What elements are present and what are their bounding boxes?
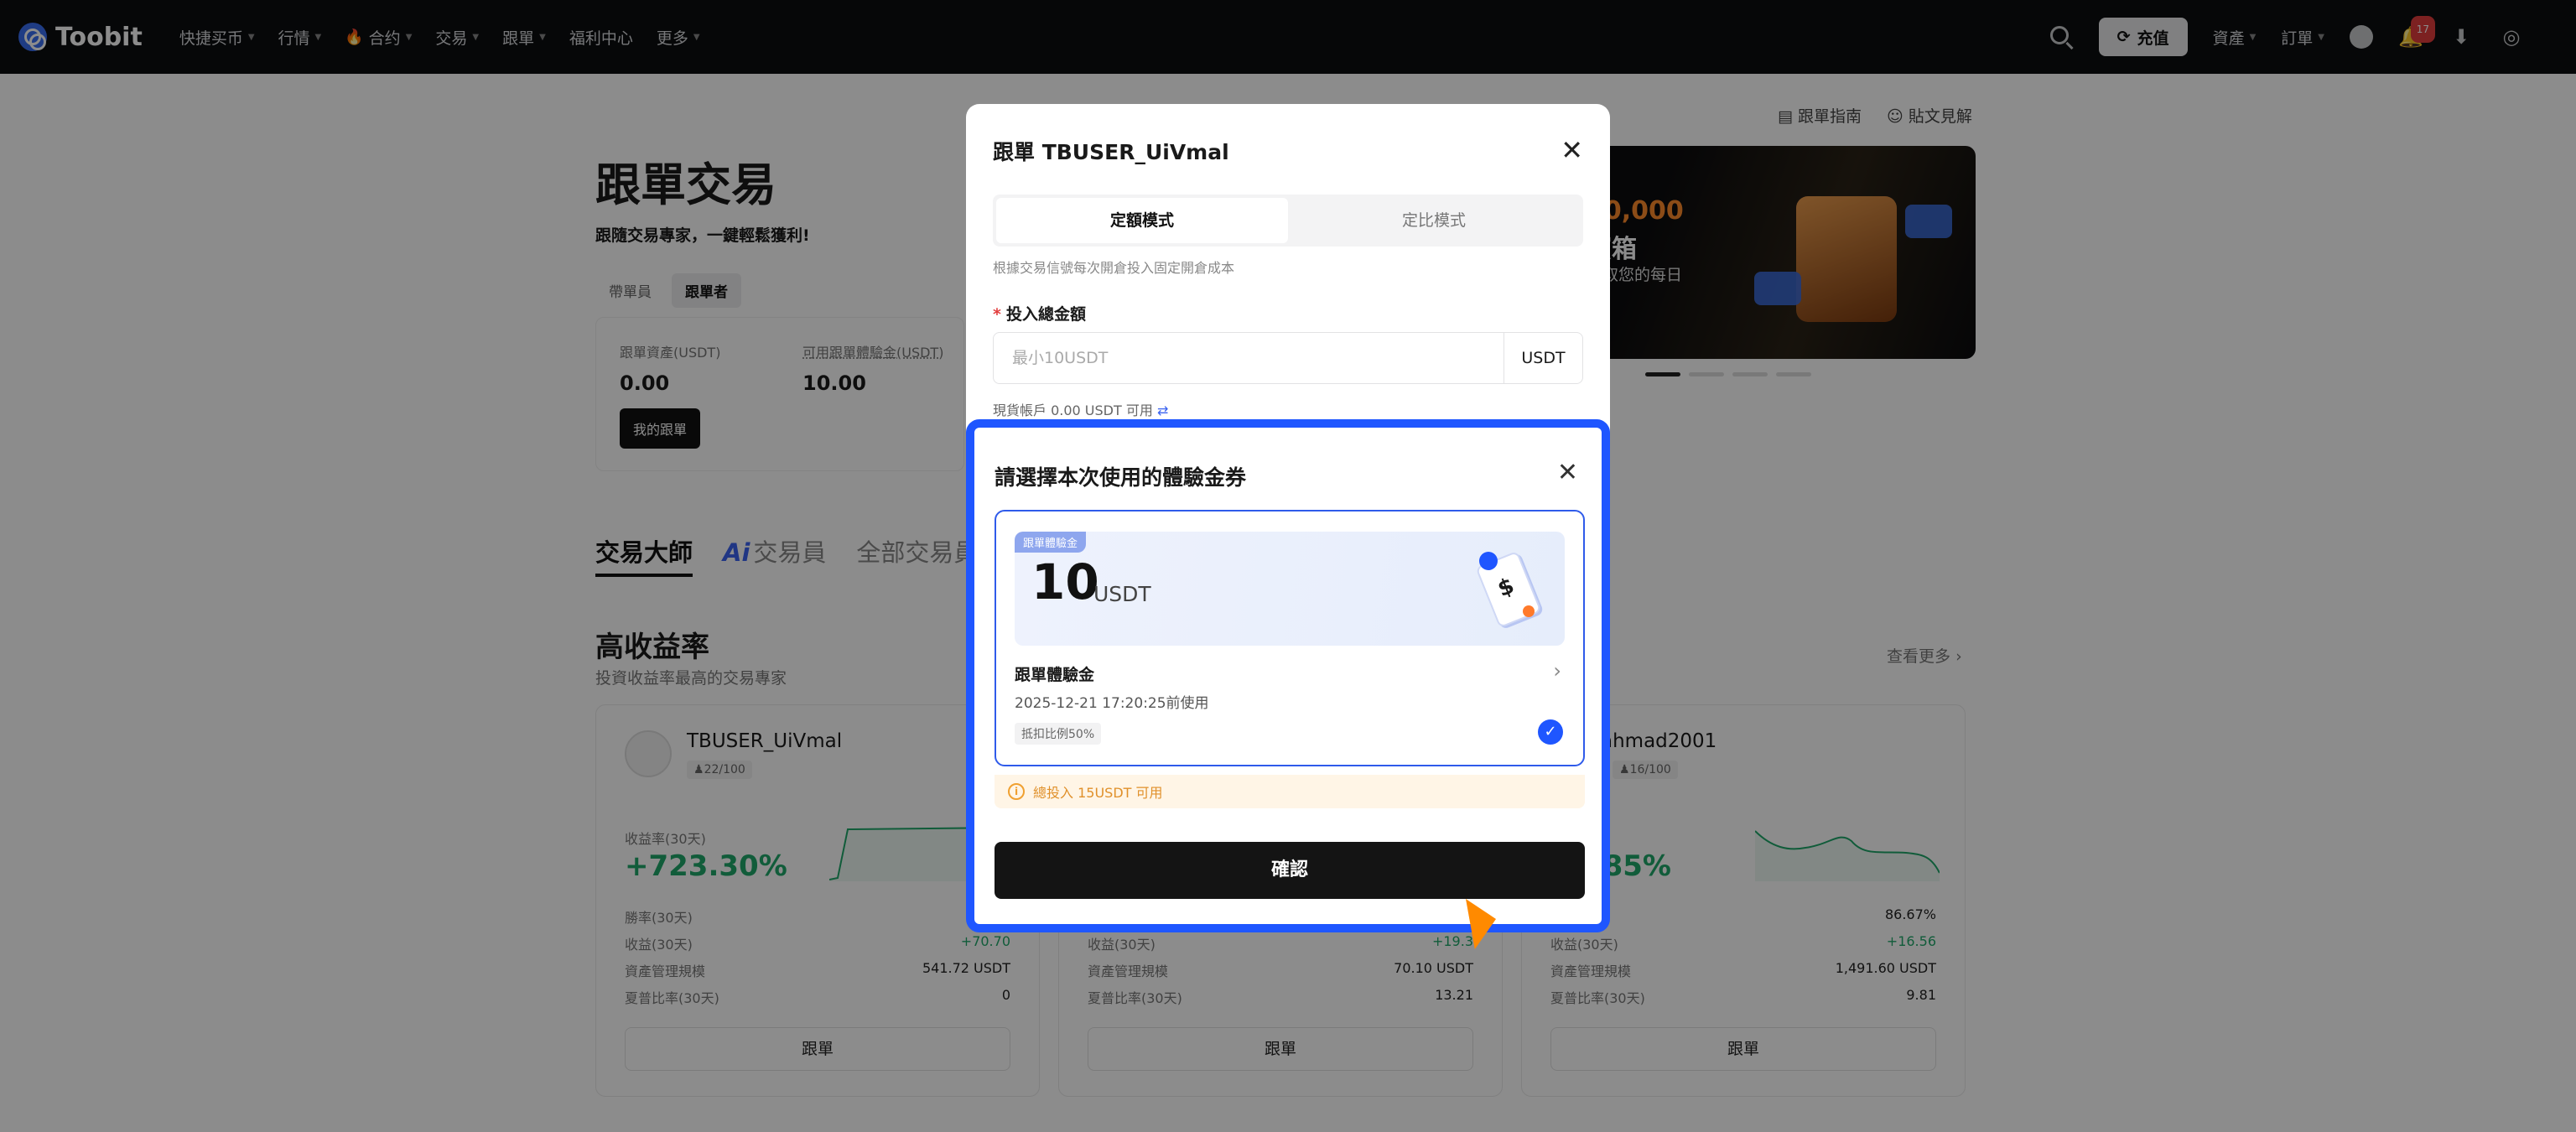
- voucher-modal-title: 請選擇本次使用的體驗金券: [995, 465, 1247, 490]
- voucher-notice: i 總投入 15USDT 可用: [995, 775, 1585, 808]
- voucher-card[interactable]: 跟單體驗金 10 USDT $ 跟單體驗金 › 2025-12-21 17:20…: [995, 510, 1585, 766]
- invest-label: * 投入總金額: [993, 302, 1086, 325]
- required-mark: *: [993, 305, 1001, 324]
- voucher-unit: USDT: [1093, 582, 1151, 606]
- voucher-amount: 10: [1031, 553, 1099, 610]
- follow-modal-title: 跟單 TBUSER_UiVmal: [993, 140, 1229, 164]
- transfer-icon[interactable]: ⇄: [1157, 402, 1168, 418]
- invest-unit: USDT: [1504, 332, 1582, 384]
- close-icon[interactable]: ✕: [1561, 134, 1583, 166]
- tab-fixed-ratio[interactable]: 定比模式: [1288, 198, 1580, 243]
- mode-description: 根據交易信號每次開倉投入固定開倉成本: [993, 260, 1235, 276]
- invest-label-text: 投入總金額: [1005, 305, 1086, 324]
- confirm-button[interactable]: 確認: [995, 842, 1585, 899]
- ticket-icon: $: [1475, 550, 1543, 631]
- available-balance: 現貨帳戶 0.00 USDT 可用 ⇄: [993, 399, 1168, 419]
- available-balance-text: 現貨帳戶 0.00 USDT 可用: [993, 402, 1153, 418]
- invest-amount-field: USDT: [993, 332, 1583, 384]
- notice-text: 總投入 15USDT 可用: [1033, 785, 1163, 801]
- chevron-right-icon[interactable]: ›: [1553, 659, 1561, 683]
- info-icon: i: [1008, 783, 1025, 800]
- voucher-header: 跟單體驗金 10 USDT $: [1015, 532, 1565, 646]
- voucher-expiry: 2025-12-21 17:20:25前使用: [1015, 695, 1209, 712]
- close-icon[interactable]: ✕: [1557, 458, 1578, 487]
- voucher-modal: 請選擇本次使用的體驗金券 ✕ 跟單體驗金 10 USDT $ 跟單體驗金 › 2…: [966, 419, 1610, 932]
- voucher-ratio-badge: 抵扣比例50%: [1015, 723, 1102, 745]
- invest-amount-input[interactable]: [994, 349, 1504, 367]
- tab-fixed-amount[interactable]: 定額模式: [996, 198, 1288, 243]
- voucher-name: 跟單體驗金: [1015, 666, 1095, 684]
- voucher-tag: 跟單體驗金: [1015, 532, 1087, 553]
- mode-tabs: 定額模式 定比模式: [993, 195, 1583, 247]
- check-icon[interactable]: ✓: [1538, 719, 1563, 745]
